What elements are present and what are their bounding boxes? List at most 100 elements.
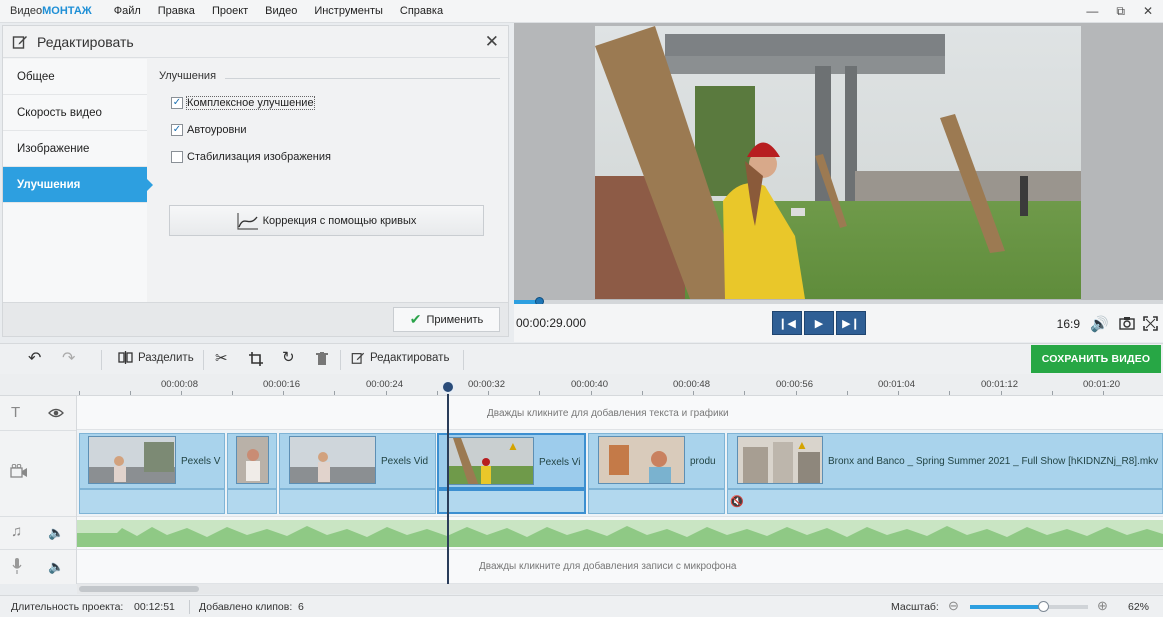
status-divider (189, 600, 190, 614)
curves-correction-button[interactable]: Коррекция с помощью кривых (169, 205, 484, 236)
ruler-tick (539, 391, 540, 395)
split-label: Разделить (138, 351, 194, 364)
clip-thumbnail (737, 436, 823, 484)
save-video-button[interactable]: СОХРАНИТЬ ВИДЕО (1031, 345, 1161, 373)
text-icon: T (11, 404, 21, 421)
undo-icon[interactable]: ↶ (28, 348, 41, 368)
zoom-slider-knob[interactable] (1038, 601, 1050, 612)
ruler-tick (488, 391, 489, 395)
ruler-tick (591, 391, 592, 395)
zoom-in-icon[interactable]: ⊕ (1097, 598, 1108, 614)
clip-audio[interactable] (227, 489, 277, 514)
duration-label: Длительность проекта: (11, 601, 124, 613)
menu-video[interactable]: Видео (265, 5, 297, 17)
check-icon[interactable]: ✓ (171, 124, 183, 136)
timeline-scrollbar[interactable] (77, 584, 1163, 594)
menu-tools[interactable]: Инструменты (314, 5, 383, 17)
ruler-tick (1052, 391, 1053, 395)
mic-icon (12, 558, 22, 574)
volume-icon[interactable]: 🔈 (48, 559, 64, 575)
tab-image[interactable]: Изображение (3, 131, 147, 167)
redo-icon[interactable]: ↷ (62, 348, 75, 368)
rotate-icon[interactable]: ↻ (282, 348, 295, 366)
text-track[interactable]: Дважды кликните для добавления текста и … (77, 396, 1163, 430)
fullscreen-icon[interactable] (1143, 316, 1158, 331)
video-clip[interactable]: Pexels V (79, 433, 225, 489)
check-icon[interactable]: ✓ (171, 97, 183, 109)
scissors-icon[interactable]: ✂ (215, 349, 228, 367)
minimize-icon[interactable]: — (1086, 4, 1098, 19)
menu-project[interactable]: Проект (212, 5, 248, 17)
aspect-ratio[interactable]: 16:9 (1057, 317, 1080, 331)
video-frame[interactable] (595, 26, 1081, 299)
zoom-label: Масштаб: (891, 601, 939, 613)
video-track-icon (10, 464, 27, 478)
timeline-ruler[interactable]: 00:00:08 00:00:16 00:00:24 00:00:32 00:0… (0, 374, 1163, 396)
clip-audio-selected[interactable] (437, 489, 586, 514)
music-track[interactable] (77, 517, 1163, 550)
tab-enhancements[interactable]: Улучшения (3, 167, 153, 203)
split-button[interactable]: Разделить (118, 351, 194, 364)
ruler-tick (1103, 391, 1104, 395)
clip-audio[interactable] (79, 489, 225, 514)
ruler-label: 00:01:12 (981, 379, 1018, 390)
apply-button[interactable]: ✔ Применить (393, 307, 500, 332)
next-frame-button[interactable]: ▶❙ (836, 311, 866, 335)
tab-speed[interactable]: Скорость видео (3, 95, 147, 131)
zoom-value: 62% (1128, 601, 1150, 613)
clip-audio[interactable] (588, 489, 725, 514)
skip-forward-icon: ▶❙ (842, 317, 860, 330)
playhead-handle[interactable] (441, 380, 455, 394)
option-label: Комплексное улучшение (186, 96, 315, 110)
muted-icon[interactable]: 🔇 (730, 495, 744, 508)
scrollbar-thumb[interactable] (79, 586, 199, 592)
clip-thumbnail (448, 437, 534, 485)
clip-label: Pexels Vid (381, 456, 429, 467)
volume-icon[interactable]: 🔊 (1090, 315, 1109, 333)
checkbox-empty[interactable] (171, 151, 183, 163)
menu-file[interactable]: Файл (114, 5, 141, 17)
option-stabilization[interactable]: Стабилизация изображения (171, 151, 331, 163)
clip-audio[interactable] (279, 489, 436, 514)
track-headers: T ♫ 🔈 🔈 (0, 396, 77, 584)
crop-icon[interactable] (249, 352, 263, 366)
edit-panel-header: Редактировать (3, 26, 508, 58)
camera-icon[interactable] (1119, 316, 1135, 330)
ruler-tick (693, 391, 694, 395)
tab-general[interactable]: Общее (3, 59, 147, 95)
microphone-track[interactable]: Дважды кликните для добавления записи с … (77, 550, 1163, 584)
restore-icon[interactable]: ⧉ (1116, 4, 1125, 19)
video-clip-selected[interactable]: ▲ Pexels Vi (437, 433, 586, 489)
video-clip[interactable]: produ (588, 433, 725, 489)
eye-icon[interactable] (48, 408, 64, 418)
clip-audio[interactable]: 🔇 (727, 489, 1163, 514)
play-button[interactable]: ▶ (804, 311, 834, 335)
zoom-slider[interactable] (970, 601, 1088, 612)
ruler-label: 00:01:04 (878, 379, 915, 390)
prev-frame-button[interactable]: ❙◀ (772, 311, 802, 335)
video-clip[interactable]: Pexels Vid (279, 433, 436, 489)
speaker-icon[interactable]: 🔈 (48, 525, 64, 541)
menu-help[interactable]: Справка (400, 5, 443, 17)
playhead-line[interactable] (447, 381, 449, 584)
ruler-label: 00:00:48 (673, 379, 710, 390)
duration-value: 00:12:51 (134, 601, 175, 613)
ruler-tick (130, 391, 131, 395)
option-label: Стабилизация изображения (187, 151, 331, 163)
video-clip[interactable] (227, 433, 277, 489)
option-complex-enhancement[interactable]: ✓ Комплексное улучшение (171, 96, 315, 110)
clip-label: Pexels Vi (539, 457, 581, 468)
menu-edit[interactable]: Правка (158, 5, 195, 17)
ruler-label: 00:00:24 (366, 379, 403, 390)
edit-button[interactable]: Редактировать (351, 351, 449, 365)
editing-toolbar: ↶ ↷ Разделить ✂ ↻ Редактировать СОХРАНИТ… (0, 343, 1163, 374)
option-autolevels[interactable]: ✓ Автоуровни (171, 124, 247, 136)
menu-bar: ВидеоМОНТАЖ Файл Правка Проект Видео Инс… (0, 0, 1163, 23)
track-divider (0, 516, 76, 517)
trash-icon[interactable] (316, 352, 328, 366)
close-icon[interactable]: ✕ (485, 32, 499, 52)
video-clip[interactable]: ▲ Bronx and Banco _ Spring Summer 2021 _… (727, 433, 1163, 489)
zoom-out-icon[interactable]: ⊖ (948, 598, 959, 614)
ruler-tick (283, 391, 284, 395)
close-window-icon[interactable]: ✕ (1143, 4, 1153, 19)
